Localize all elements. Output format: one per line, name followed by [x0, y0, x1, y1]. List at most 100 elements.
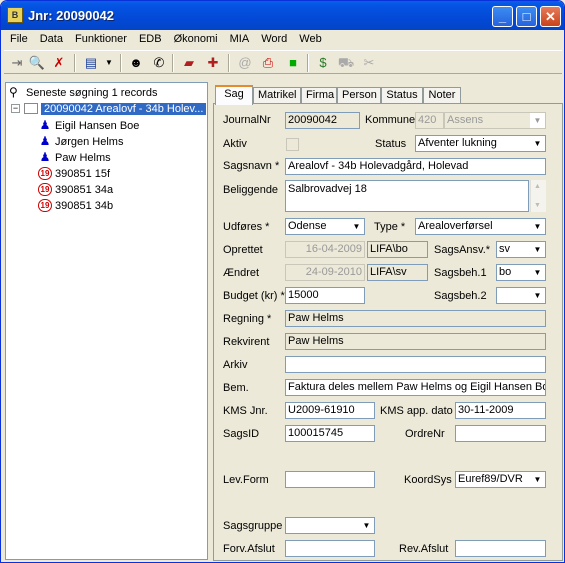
- menu-mia[interactable]: MIA: [224, 31, 256, 49]
- sagsid-label: SagsID: [223, 428, 260, 440]
- sagsbeh2-select[interactable]: ▼: [496, 287, 546, 304]
- close-icon: ✕: [545, 9, 556, 24]
- search-icon[interactable]: 🔍: [28, 54, 46, 72]
- car-icon[interactable]: ⛟: [337, 54, 355, 72]
- kmsjnr-field[interactable]: U2009-61910: [285, 402, 375, 419]
- list-dropdown-icon[interactable]: ▼: [100, 54, 118, 72]
- oprettet-date-field[interactable]: 16-04-2009: [285, 241, 365, 258]
- levform-field[interactable]: [285, 471, 375, 488]
- tree-matrikel-item[interactable]: 19 390851 34b: [38, 198, 113, 214]
- rekvirent-field[interactable]: Paw Helms: [285, 333, 546, 350]
- delete-record-icon[interactable]: ✗: [50, 54, 68, 72]
- menu-okonomi[interactable]: Økonomi: [168, 31, 224, 49]
- pdf-icon[interactable]: ⎙: [259, 54, 277, 72]
- tab-sag[interactable]: Sag: [215, 85, 253, 105]
- bem-field[interactable]: Faktura deles mellem Paw Helms og Eigil …: [285, 379, 546, 396]
- tree-matrikel-item[interactable]: 19 390851 15f: [38, 166, 110, 182]
- tab-person[interactable]: Person: [337, 87, 381, 104]
- arkiv-field[interactable]: [285, 356, 546, 373]
- tab-noter[interactable]: Noter: [423, 87, 461, 104]
- beliggende-field[interactable]: Salbrovadvej 18: [285, 180, 529, 212]
- chevron-down-icon: ▼: [349, 219, 364, 234]
- kommune-select[interactable]: Assens ▼: [444, 112, 546, 129]
- tree-root-item[interactable]: 20090042 Arealovf - 34b Holev...: [24, 101, 207, 117]
- matrikel-icon: 19: [38, 166, 52, 180]
- tab-matrikel[interactable]: Matrikel: [253, 87, 301, 104]
- koordsys-select[interactable]: Euref89/DVR ▼: [455, 471, 546, 488]
- toolbar-separator: [307, 54, 309, 72]
- import-icon[interactable]: ⇥: [8, 54, 26, 72]
- book-add-icon[interactable]: ✚: [204, 54, 222, 72]
- ordrenr-field[interactable]: [455, 425, 546, 442]
- tools-icon[interactable]: ✂: [360, 54, 378, 72]
- kommune-label: Kommune: [365, 114, 416, 126]
- beliggende-label: Beliggende: [223, 184, 279, 196]
- scroll-up-icon: ▲: [534, 183, 541, 190]
- phone-icon[interactable]: ✆: [150, 54, 168, 72]
- aktiv-checkbox[interactable]: [286, 138, 299, 151]
- rekvirent-label: Rekvirent: [223, 336, 270, 348]
- sagsansv-select[interactable]: sv ▼: [496, 241, 546, 258]
- menu-web[interactable]: Web: [293, 31, 327, 49]
- chevron-down-icon: ▼: [530, 136, 545, 151]
- list-view-icon[interactable]: ▤: [82, 54, 100, 72]
- budget-field[interactable]: 15000: [285, 287, 365, 304]
- sagsgruppe-select[interactable]: ▼: [285, 517, 375, 534]
- book-icon[interactable]: ▰: [180, 54, 198, 72]
- beliggende-scrollbar[interactable]: ▲ ▼: [530, 180, 546, 212]
- udfores-select[interactable]: Odense ▼: [285, 218, 365, 235]
- kommune-code-field[interactable]: 420: [415, 112, 444, 129]
- aendret-date-field[interactable]: 24-09-2010: [285, 264, 365, 281]
- sagsbeh1-select[interactable]: bo ▼: [496, 264, 546, 281]
- type-select[interactable]: Arealoverførsel ▼: [415, 218, 546, 235]
- menu-file[interactable]: File: [4, 31, 34, 49]
- title-bar[interactable]: B Jnr: 20090042 _ □ ✕: [1, 1, 564, 30]
- minimize-button[interactable]: _: [492, 6, 513, 27]
- menu-edb[interactable]: EDB: [133, 31, 168, 49]
- tab-firma[interactable]: Firma: [301, 87, 337, 104]
- oprettet-user-field[interactable]: LIFA\bo: [367, 241, 428, 258]
- aendret-user-field[interactable]: LIFA\sv: [367, 264, 428, 281]
- matrikel-icon: 19: [38, 182, 52, 196]
- kmsdato-label: KMS app. dato: [380, 405, 453, 417]
- menu-data[interactable]: Data: [34, 31, 69, 49]
- status-label: Status: [375, 138, 407, 150]
- sagsid-field[interactable]: 100015745: [285, 425, 375, 442]
- close-button[interactable]: ✕: [540, 6, 561, 27]
- collapse-icon[interactable]: −: [11, 104, 20, 113]
- tab-status[interactable]: Status: [381, 87, 423, 104]
- kmsjnr-label: KMS Jnr.: [223, 405, 268, 417]
- tree-person-item[interactable]: ♟ Jørgen Helms: [38, 134, 124, 150]
- tree-person-item[interactable]: ♟ Eigil Hansen Boe: [38, 117, 140, 134]
- tree-person-item[interactable]: ♟ Paw Helms: [38, 150, 111, 166]
- kmsdato-field[interactable]: 30-11-2009: [455, 402, 546, 419]
- aktiv-label: Aktiv: [223, 138, 247, 150]
- forvafslut-field[interactable]: [285, 540, 375, 557]
- person-icon: ♟: [39, 117, 51, 132]
- toolbar-separator: [120, 54, 122, 72]
- green-square-icon[interactable]: ■: [284, 54, 302, 72]
- tree-matrikel-item[interactable]: 19 390851 34a: [38, 182, 113, 198]
- revafslut-field[interactable]: [455, 540, 546, 557]
- menu-funktioner[interactable]: Funktioner: [69, 31, 133, 49]
- money-icon[interactable]: $: [314, 54, 332, 72]
- toolbar-separator: [172, 54, 174, 72]
- chevron-down-icon: ▼: [530, 472, 545, 487]
- case-tree[interactable]: ⚲ Seneste søgning 1 records − 20090042 Ar…: [5, 82, 208, 560]
- sagsbeh1-label: Sagsbeh.1: [434, 267, 487, 279]
- bem-label: Bem.: [223, 382, 249, 394]
- maximize-button[interactable]: □: [516, 6, 537, 27]
- regning-field[interactable]: Paw Helms: [285, 310, 546, 327]
- tree-search-header[interactable]: ⚲ Seneste søgning 1 records: [9, 85, 157, 101]
- email-icon[interactable]: @: [236, 54, 254, 72]
- sag-panel: JournalNr 20090042 Kommune 420 Assens ▼ A…: [213, 103, 563, 561]
- sagsnavn-field[interactable]: Arealovf - 34b Holevadgård, Holevad: [285, 158, 546, 175]
- status-select[interactable]: Afventer lukning ▼: [415, 135, 546, 152]
- toolbar: ⇥ 🔍 ✗ ▤ ▼ ☻ ✆ ▰ ✚ @ ⎙ ■ $ ⛟ ✂: [4, 50, 562, 74]
- person-icon[interactable]: ☻: [127, 54, 145, 72]
- arkiv-label: Arkiv: [223, 359, 248, 371]
- journalnr-field[interactable]: 20090042: [285, 112, 360, 129]
- search-icon: ⚲: [9, 84, 18, 99]
- menu-word[interactable]: Word: [255, 31, 293, 49]
- folder-icon: [24, 102, 38, 114]
